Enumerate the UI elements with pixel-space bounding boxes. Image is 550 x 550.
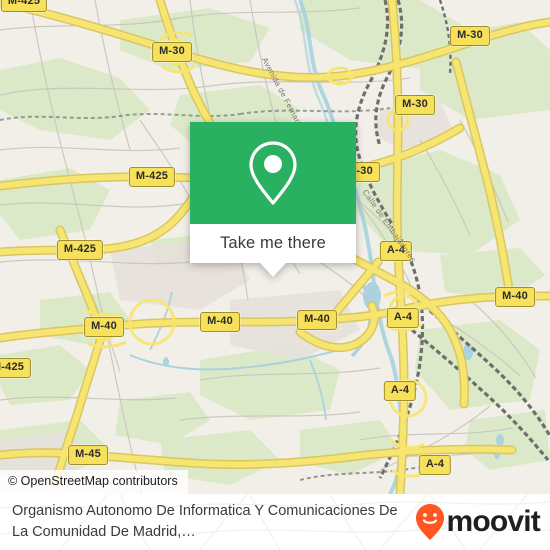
road-shield: M-425	[0, 0, 48, 12]
road-shield: M-40	[84, 317, 124, 337]
road-shield: M-425	[128, 167, 176, 187]
osm-attribution[interactable]: © OpenStreetMap contributors	[0, 470, 188, 494]
road-shield: A-4	[383, 381, 417, 401]
moovit-map-screen: M-30 M-30 M-30 M-425 M-425 M-425 M-425 M-40 M-40…	[0, 0, 550, 550]
moovit-pin-smile-icon	[416, 504, 445, 540]
road-shield: A-4	[418, 455, 452, 475]
road-shield: M-40	[200, 312, 240, 332]
map-canvas[interactable]: M-30 M-30 M-30 M-425 M-425 M-425 M-425 M-40 M-40…	[0, 0, 550, 494]
moovit-wordmark: moovit	[446, 505, 540, 538]
take-me-there-label: Take me there	[220, 234, 326, 252]
road-shield: M-425	[0, 358, 32, 378]
destination-popup-card[interactable]: Take me there	[190, 122, 356, 277]
road-shield: M-30	[395, 95, 435, 115]
road-shield: A-4	[386, 308, 420, 328]
road-shield: M-30	[450, 26, 490, 46]
moovit-logo[interactable]: moovit	[415, 503, 541, 541]
road-shield: M-425	[56, 240, 104, 260]
road-shield: M-40	[297, 310, 337, 330]
road-shield: M-45	[68, 445, 108, 465]
popup-cta-area[interactable]: Take me there	[190, 224, 356, 263]
popup-pointer-tail	[260, 263, 286, 277]
map-pin-icon	[249, 141, 297, 205]
bottom-info-bar: Organismo Autonomo De Informatica Y Comu…	[0, 494, 550, 550]
road-shield: M-40	[495, 287, 535, 307]
road-shield: M-30	[152, 42, 192, 62]
place-title: Organismo Autonomo De Informatica Y Comu…	[12, 503, 398, 540]
popup-image-area	[190, 122, 356, 224]
